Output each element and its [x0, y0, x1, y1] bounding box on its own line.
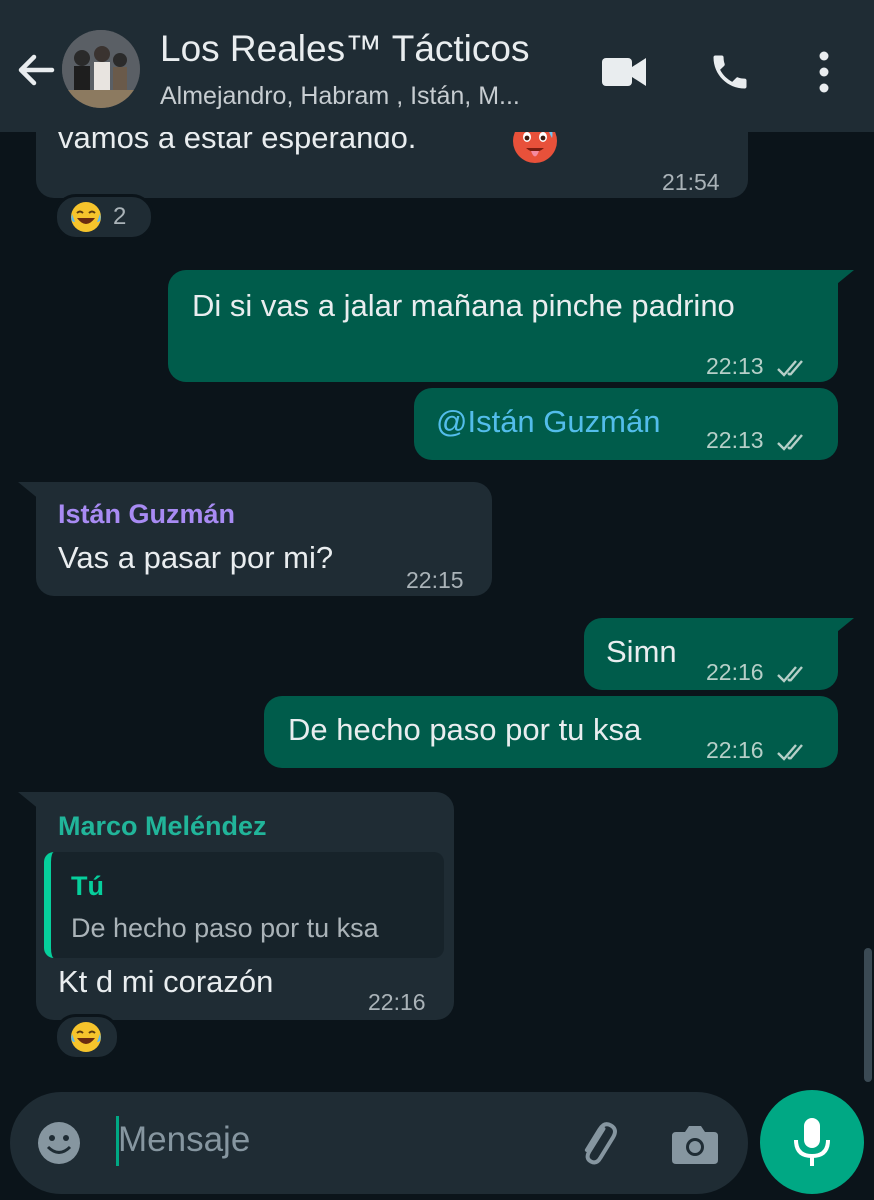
video-call-icon[interactable]: [600, 52, 648, 92]
message-text: Kt d mi corazón: [58, 964, 274, 999]
double-check-icon: [777, 434, 803, 451]
laughing-emoji: [71, 202, 101, 232]
laughing-emoji: [71, 1022, 101, 1052]
phone-icon[interactable]: [708, 50, 752, 94]
mic-icon: [794, 1118, 830, 1166]
bubble-tail: [832, 270, 854, 288]
message-bubble[interactable]: @Istán Guzmán 22:13: [414, 388, 838, 460]
message-time: 22:13: [706, 353, 764, 379]
message-time: 22:16: [368, 989, 426, 1015]
bubble-tail: [18, 792, 40, 810]
double-check-icon: [777, 666, 803, 683]
reaction-badge[interactable]: [54, 1014, 120, 1060]
chat-title[interactable]: Los Reales™ Tácticos: [160, 28, 529, 70]
chat-header: Los Reales™ Tácticos Almejandro, Habram …: [0, 0, 874, 132]
sender-name[interactable]: Marco Meléndez: [58, 806, 267, 846]
message-input-bar: Mensaje: [10, 1092, 748, 1194]
double-check-icon: [777, 360, 803, 377]
bubble-tail: [18, 482, 40, 500]
message-text: vamos a estar esperando.: [58, 132, 417, 155]
message-time: 22:13: [706, 427, 764, 453]
back-arrow-icon[interactable]: [14, 48, 58, 92]
group-avatar[interactable]: [62, 30, 140, 108]
message-text: Di si vas a jalar mañana pinche padrino: [192, 288, 735, 323]
quote-text: De hecho paso por tu ksa: [71, 913, 379, 943]
quoted-message[interactable]: Tú De hecho paso por tu ksa: [44, 852, 444, 958]
message-time: 22:15: [406, 567, 464, 593]
mention-link[interactable]: @Istán Guzmán: [436, 402, 660, 442]
chat-participants[interactable]: Almejandro, Habram , Istán, M...: [160, 82, 580, 111]
message-time: 22:16: [706, 659, 764, 685]
message-input[interactable]: Mensaje: [118, 1120, 250, 1160]
bubble-tail: [832, 618, 854, 636]
sender-name[interactable]: Istán Guzmán: [58, 494, 235, 534]
message-bubble[interactable]: Marco Meléndez Tú De hecho paso por tu k…: [36, 792, 454, 1020]
message-list[interactable]: vamos a estar esperando. 21:54 2 Di si v…: [0, 132, 874, 1090]
message-bubble[interactable]: Simn 22:16: [584, 618, 838, 690]
message-text: De hecho paso por tu ksa: [288, 712, 642, 747]
message-bubble[interactable]: De hecho paso por tu ksa 22:16: [264, 696, 838, 768]
camera-icon[interactable]: [670, 1120, 720, 1166]
reaction-count: 2: [113, 203, 127, 230]
message-time: 22:16: [706, 737, 764, 763]
more-vert-icon[interactable]: [810, 50, 838, 94]
message-time: 21:54: [662, 169, 720, 195]
message-bubble[interactable]: Di si vas a jalar mañana pinche padrino …: [168, 270, 838, 382]
message-text: Simn: [606, 634, 677, 669]
hot-face-emoji: [513, 132, 557, 163]
message-bubble[interactable]: vamos a estar esperando. 21:54: [36, 132, 748, 198]
scrollbar[interactable]: [864, 948, 872, 1082]
quote-author: Tú: [71, 871, 104, 901]
voice-record-button[interactable]: [760, 1090, 864, 1194]
double-check-icon: [777, 744, 803, 761]
reaction-badge[interactable]: 2: [54, 194, 154, 240]
message-bubble[interactable]: Istán Guzmán Vas a pasar por mi? 22:15: [36, 482, 492, 596]
attach-icon[interactable]: [570, 1116, 626, 1172]
emoji-icon[interactable]: [36, 1120, 82, 1166]
message-text: Vas a pasar por mi?: [58, 540, 334, 575]
